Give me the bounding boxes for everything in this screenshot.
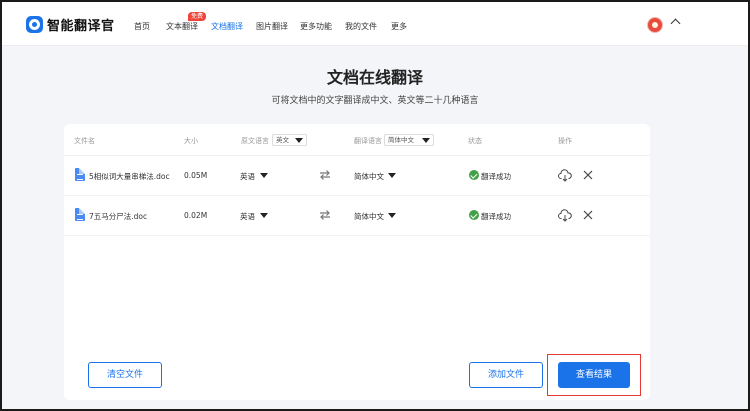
nav-text-translate[interactable]: 文本翻译 bbox=[166, 21, 198, 32]
swap-icon[interactable] bbox=[319, 169, 331, 181]
nav-doc-translate[interactable]: 文档翻译 bbox=[211, 21, 243, 32]
highlight-box bbox=[547, 354, 641, 396]
source-lang-select-value: 英文 bbox=[276, 136, 289, 144]
nav-more-features[interactable]: 更多功能 bbox=[300, 21, 332, 32]
logo-icon bbox=[26, 16, 43, 33]
caret-down-icon[interactable] bbox=[260, 173, 268, 178]
caret-down-icon[interactable] bbox=[388, 173, 396, 178]
target-lang[interactable]: 简体中文 bbox=[354, 211, 384, 222]
header-source-lang: 原文语言 bbox=[241, 137, 269, 145]
table-row: 5相似词大量串梯法.doc 0.05M 英语 简体中文 翻译成功 bbox=[64, 156, 650, 196]
swap-icon[interactable] bbox=[319, 209, 331, 221]
file-size: 0.05M bbox=[184, 171, 208, 180]
header-actions: 操作 bbox=[558, 137, 572, 145]
source-lang[interactable]: 英语 bbox=[240, 171, 255, 182]
caret-down-icon[interactable] bbox=[388, 213, 396, 218]
add-file-button[interactable]: 添加文件 bbox=[469, 362, 543, 388]
caret-down-icon[interactable] bbox=[260, 213, 268, 218]
check-circle-icon bbox=[469, 210, 479, 220]
clear-files-button[interactable]: 清空文件 bbox=[88, 362, 162, 388]
caret-down-icon bbox=[422, 138, 430, 143]
table-header: 文件名 大小 原文语言 英文 翻译语言 简体中文 状态 操作 bbox=[64, 124, 650, 156]
check-circle-icon bbox=[469, 170, 479, 180]
file-size: 0.02M bbox=[184, 211, 208, 220]
document-icon bbox=[75, 168, 85, 181]
table-row: 7五马分尸法.doc 0.02M 英语 简体中文 翻译成功 bbox=[64, 196, 650, 236]
top-header: 智能翻译官 首页 文本翻译 免费 文档翻译 图片翻译 更多功能 我的文件 更多 bbox=[2, 2, 748, 46]
file-name: 5相似词大量串梯法.doc bbox=[89, 172, 170, 181]
caret-down-icon bbox=[295, 138, 303, 143]
status-text: 翻译成功 bbox=[481, 212, 511, 221]
status-text: 翻译成功 bbox=[481, 172, 511, 181]
logo[interactable]: 智能翻译官 bbox=[26, 15, 115, 34]
target-lang-select[interactable]: 简体中文 bbox=[384, 134, 434, 146]
close-icon[interactable] bbox=[583, 170, 593, 180]
header-size: 大小 bbox=[184, 137, 198, 145]
close-icon[interactable] bbox=[583, 210, 593, 220]
source-lang-select[interactable]: 英文 bbox=[272, 134, 307, 146]
nav-my-files[interactable]: 我的文件 bbox=[345, 21, 377, 32]
header-status: 状态 bbox=[468, 137, 482, 145]
nav-more[interactable]: 更多 bbox=[391, 21, 407, 32]
page-title: 文档在线翻译 bbox=[326, 68, 423, 87]
cloud-download-icon[interactable] bbox=[558, 209, 572, 222]
header-target-lang: 翻译语言 bbox=[354, 137, 382, 145]
logo-text: 智能翻译官 bbox=[47, 19, 115, 34]
page-subtitle: 可将文档中的文字翻译成中文、英文等二十几种语言 bbox=[271, 96, 479, 106]
nav-image-translate[interactable]: 图片翻译 bbox=[256, 21, 288, 32]
avatar[interactable] bbox=[647, 17, 663, 33]
target-lang-select-value: 简体中文 bbox=[388, 136, 414, 144]
header-file-name: 文件名 bbox=[74, 137, 95, 145]
file-name: 7五马分尸法.doc bbox=[89, 212, 148, 221]
source-lang[interactable]: 英语 bbox=[240, 211, 255, 222]
target-lang[interactable]: 简体中文 bbox=[354, 171, 384, 182]
chevron-up-icon[interactable] bbox=[670, 18, 681, 29]
cloud-download-icon[interactable] bbox=[558, 169, 572, 182]
free-badge: 免费 bbox=[188, 12, 207, 21]
document-icon bbox=[75, 208, 85, 221]
nav-home[interactable]: 首页 bbox=[134, 21, 150, 32]
